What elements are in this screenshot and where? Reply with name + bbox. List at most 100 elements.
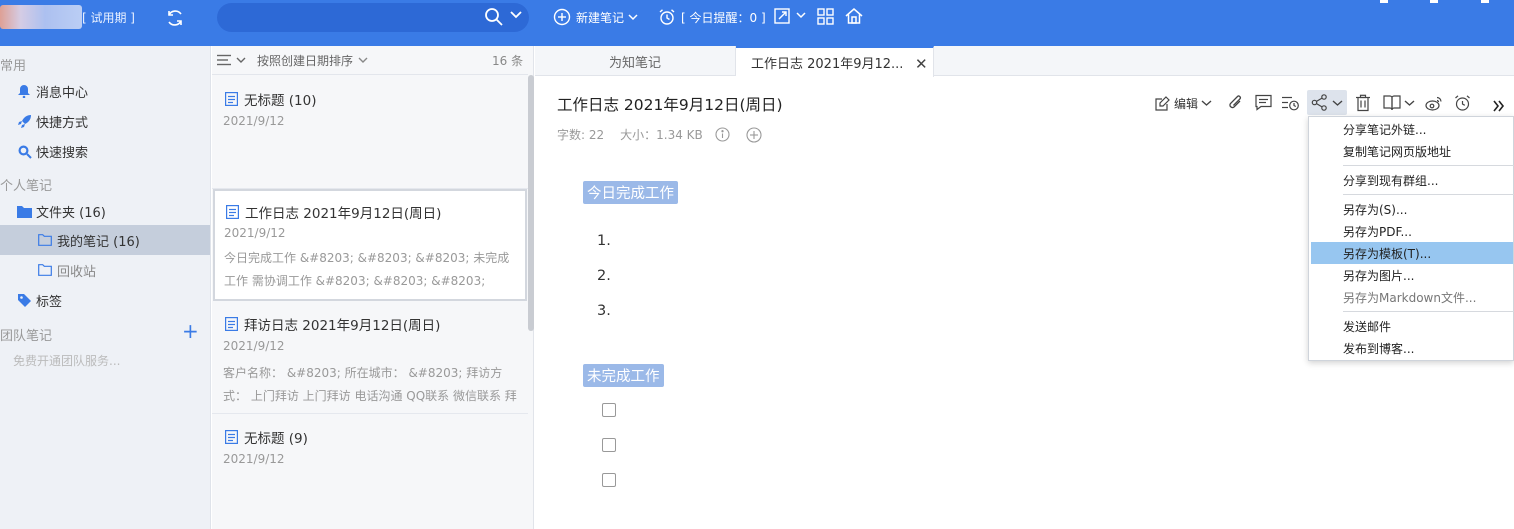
- menu-item-send-email[interactable]: 发送邮件: [1309, 315, 1514, 337]
- menu-item-publish-blog[interactable]: 发布到博客...: [1309, 337, 1514, 359]
- section-title-personal: 个人笔记: [0, 179, 53, 194]
- sidebar-item-tags[interactable]: 标签: [16, 285, 62, 315]
- sidebar-item-recycle[interactable]: 回收站: [37, 255, 96, 285]
- sidebar-item-label: 回收站: [57, 264, 97, 280]
- menu-separator: [1343, 165, 1514, 166]
- search-icon[interactable]: [484, 7, 504, 27]
- reading-mode-button[interactable]: [1383, 93, 1415, 113]
- list-item[interactable]: 拜访日志 2021年9月12日(周日) 2021/9/12 客户名称： &#82…: [212, 301, 528, 414]
- new-note-button[interactable]: 新建笔记: [553, 6, 638, 28]
- sync-icon: [168, 10, 182, 26]
- user-avatar[interactable]: [0, 5, 82, 29]
- tab-wiz-notes[interactable]: 为知笔记: [535, 46, 736, 76]
- share-button[interactable]: [1307, 90, 1347, 115]
- menu-separator: [1343, 194, 1514, 195]
- note-icon: [225, 92, 238, 106]
- note-title: 无标题 (10): [225, 89, 317, 109]
- sidebar: 常用 消息中心 快捷方式 快速搜索 个人笔记 文件夹 (16) 我的笔记 (16…: [0, 46, 211, 529]
- heading-unfinished: 未完成工作: [583, 364, 664, 387]
- folder-outline-icon: [38, 234, 52, 246]
- sidebar-item-quick-search[interactable]: 快速搜索: [16, 136, 88, 166]
- comment-icon[interactable]: [1255, 93, 1272, 113]
- heading-completed: 今日完成工作: [583, 181, 678, 204]
- search-input[interactable]: [217, 3, 529, 32]
- home-icon[interactable]: [845, 7, 863, 25]
- note-date: 2021/9/12: [223, 452, 285, 466]
- sidebar-item-label: 快捷方式: [36, 115, 89, 131]
- folder-outline-icon: [38, 264, 52, 276]
- reminder-label: [ 今日提醒：0 ]: [681, 10, 766, 25]
- more-icon[interactable]: [1493, 96, 1505, 116]
- sidebar-item-label: 我的笔记 (16): [57, 234, 140, 250]
- add-team-icon[interactable]: +: [182, 321, 199, 341]
- section-title-common: 常用: [0, 59, 27, 74]
- note-preview: 今日完成工作 &#8203; &#8203; &#8203; 未完成工作 需协调…: [224, 251, 510, 288]
- window-control[interactable]: [1481, 0, 1489, 3]
- note-title: 拜访日志 2021年9月12日(周日): [225, 314, 440, 334]
- menu-item-save-as[interactable]: 另存为(S)...: [1309, 198, 1514, 220]
- reminder-button[interactable]: [ 今日提醒：0 ]: [658, 6, 766, 28]
- note-title: 工作日志 2021年9月12日(周日): [226, 202, 441, 222]
- attachment-icon[interactable]: [1228, 93, 1244, 113]
- sync-button[interactable]: [163, 6, 187, 30]
- grid-icon[interactable]: [817, 8, 834, 25]
- plus-circle-icon[interactable]: [746, 127, 762, 143]
- tab-work-log[interactable]: 工作日志 2021年9月12... ✕: [736, 46, 934, 77]
- note-icon: [225, 430, 238, 444]
- weibo-icon[interactable]: [1425, 93, 1443, 113]
- checkbox[interactable]: [602, 438, 616, 452]
- list-item-selected[interactable]: 工作日志 2021年9月12日(周日) 2021/9/12 今日完成工作 &#8…: [213, 189, 527, 301]
- sidebar-item-messages[interactable]: 消息中心: [16, 76, 88, 106]
- checkbox[interactable]: [602, 473, 616, 487]
- menu-item-save-pdf[interactable]: 另存为PDF...: [1309, 220, 1514, 242]
- note-size: 大小：1.34 KB: [620, 128, 703, 142]
- window-control[interactable]: [1430, 0, 1438, 3]
- list-view-icon[interactable]: [217, 54, 251, 67]
- list-number: 2.: [597, 268, 611, 284]
- menu-item-copy-web-url[interactable]: 复制笔记网页版地址: [1309, 140, 1514, 162]
- tab-bar: 为知笔记 工作日志 2021年9月12... ✕: [535, 46, 1514, 77]
- window-control[interactable]: [1380, 0, 1388, 3]
- list-header: 按照创建日期排序 16 条: [212, 46, 528, 75]
- menu-item-share-link[interactable]: 分享笔记外链...: [1309, 118, 1514, 140]
- tab-label: 为知笔记: [608, 55, 661, 71]
- rocket-icon: [17, 114, 31, 128]
- sort-dropdown[interactable]: 按照创建日期排序: [257, 52, 369, 69]
- sidebar-item-folders[interactable]: 文件夹 (16): [16, 196, 106, 226]
- note-preview: 客户名称： &#8203; 所在城市： &#8203; 拜访方式： 上门拜访 上…: [223, 366, 517, 403]
- chevron-down-icon: [1332, 99, 1343, 106]
- note-list: 按照创建日期排序 16 条 无标题 (10) 2021/9/12 工作日志 20…: [212, 46, 534, 529]
- chevron-down-icon: [1201, 100, 1212, 106]
- menu-item-save-image[interactable]: 另存为图片...: [1309, 264, 1514, 286]
- menu-item-share-group[interactable]: 分享到现有群组...: [1309, 169, 1514, 191]
- sidebar-item-label: 快速搜索: [36, 145, 89, 161]
- alarm-clock-icon[interactable]: [1454, 93, 1471, 113]
- expand-button[interactable]: [773, 7, 807, 25]
- share-dropdown-menu: 分享笔记外链... 复制笔记网页版地址 分享到现有群组... 另存为(S)...…: [1308, 116, 1514, 361]
- scrollbar-thumb[interactable]: [528, 75, 534, 331]
- trash-icon[interactable]: [1355, 93, 1371, 113]
- sort-label: 按照创建日期排序: [257, 54, 354, 68]
- section-title-team: 团队笔记: [0, 329, 53, 344]
- tab-label: 工作日志 2021年9月12...: [751, 57, 904, 72]
- note-icon: [225, 317, 238, 331]
- list-item[interactable]: 无标题 (10) 2021/9/12: [212, 76, 528, 189]
- sidebar-item-shortcuts[interactable]: 快捷方式: [16, 106, 88, 136]
- list-item[interactable]: 无标题 (9) 2021/9/12: [212, 414, 528, 529]
- sidebar-item-my-notes[interactable]: 我的笔记 (16): [37, 225, 140, 255]
- edit-button[interactable]: 编辑: [1155, 93, 1212, 113]
- sidebar-item-label: 消息中心: [36, 85, 89, 101]
- word-count: 字数: 22: [557, 128, 605, 142]
- chevron-down-icon[interactable]: [510, 10, 522, 20]
- chevron-down-icon: [628, 14, 638, 21]
- note-title: 工作日志 2021年9月12日(周日): [557, 96, 783, 114]
- list-number: 3.: [597, 303, 611, 319]
- history-icon[interactable]: [1281, 93, 1299, 113]
- book-icon: [1383, 95, 1401, 111]
- menu-item-save-markdown[interactable]: 另存为Markdown文件...: [1309, 286, 1514, 308]
- info-icon[interactable]: [715, 127, 730, 142]
- checkbox[interactable]: [602, 403, 616, 417]
- team-free-link[interactable]: 免费开通团队服务...: [13, 352, 120, 369]
- close-icon[interactable]: ✕: [915, 55, 928, 73]
- menu-item-save-template[interactable]: 另存为模板(T)...: [1311, 242, 1513, 264]
